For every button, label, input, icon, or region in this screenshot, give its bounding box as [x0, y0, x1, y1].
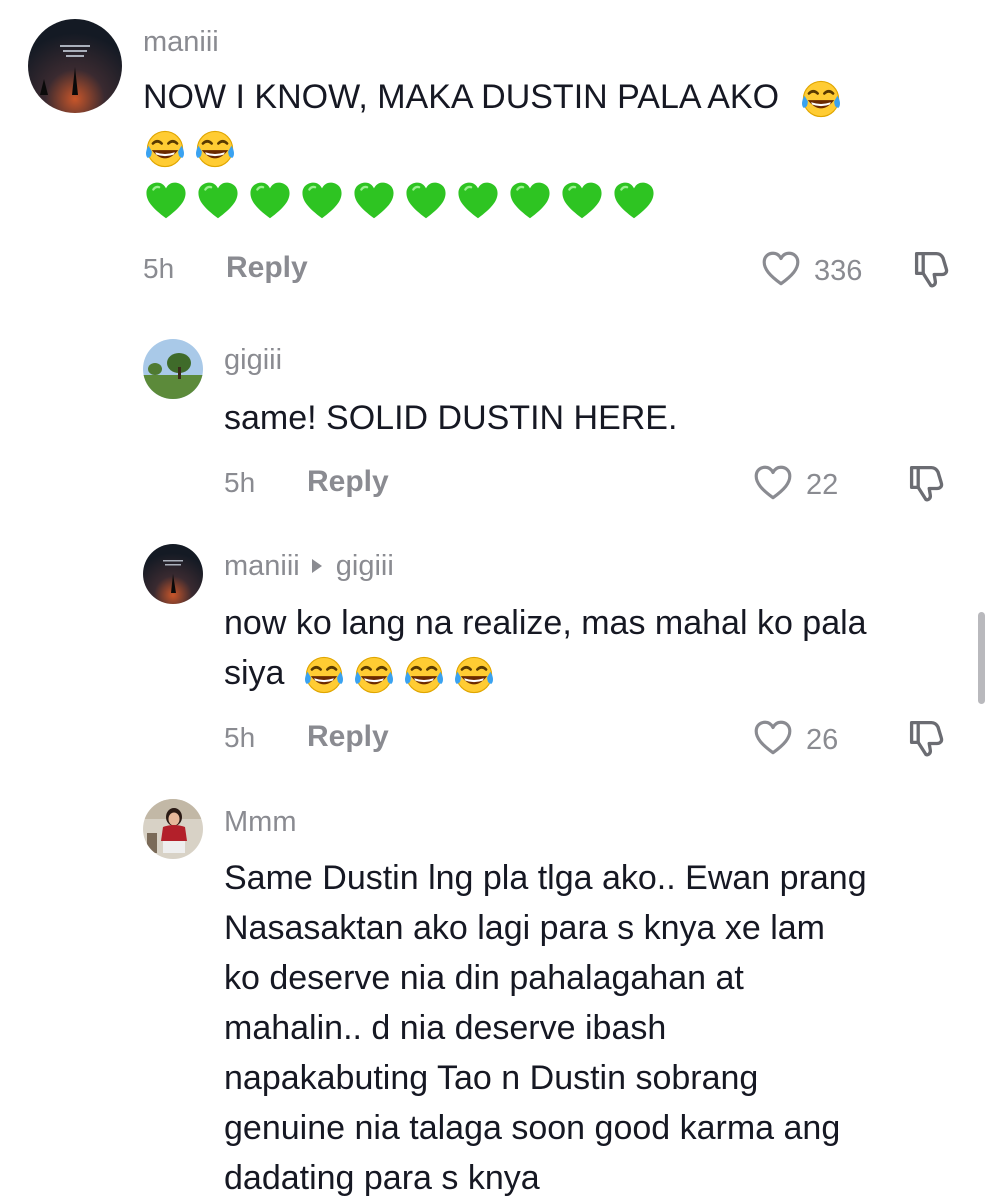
- emoji-row: [143, 174, 849, 226]
- thumbs-down-icon: [910, 278, 954, 295]
- green-heart-emoji: [351, 178, 397, 224]
- green-heart-emoji: [247, 178, 293, 224]
- avatar[interactable]: [143, 799, 203, 859]
- reply-to-username[interactable]: gigiii: [336, 550, 394, 582]
- tears-of-joy-emoji: [352, 653, 396, 697]
- green-heart-emoji: [455, 178, 501, 224]
- comment-author[interactable]: maniii: [224, 550, 300, 582]
- comment-timestamp: 5h: [224, 722, 256, 753]
- tears-of-joy-emoji: [402, 653, 446, 697]
- comment-text-line: now ko lang na realize, mas mahal ko pal…: [224, 604, 867, 642]
- comment-text-line: Same Dustin lng pla tlga ako.. Ewan pran…: [224, 859, 867, 897]
- tears-of-joy-emoji: [302, 653, 346, 697]
- like-button[interactable]: 336: [760, 248, 862, 295]
- green-heart-emoji: [559, 178, 605, 224]
- comment-username[interactable]: maniii: [143, 26, 219, 59]
- avatar-image: [143, 544, 203, 604]
- dislike-button[interactable]: [910, 247, 954, 296]
- like-button[interactable]: 22: [752, 462, 838, 509]
- heart-outline-icon: [752, 462, 794, 509]
- comment-timestamp: 5h: [224, 467, 256, 498]
- heart-outline-icon: [752, 717, 794, 764]
- reply-button[interactable]: Reply: [226, 251, 308, 285]
- green-heart-emoji: [195, 178, 241, 224]
- scrollbar[interactable]: [978, 612, 985, 704]
- like-count: 336: [814, 255, 863, 287]
- reply-button[interactable]: Reply: [307, 720, 389, 754]
- tears-of-joy-emoji: [452, 653, 496, 697]
- comment-text-line: siya: [224, 654, 285, 692]
- comment-username[interactable]: gigiii: [224, 344, 282, 377]
- comment-text-line: NOW I KNOW, MAKA DUSTIN PALA AKO: [143, 78, 780, 116]
- avatar-image: [143, 339, 203, 399]
- green-heart-emoji: [143, 178, 189, 224]
- comment-username: maniii gigiii: [224, 550, 394, 583]
- reply-button[interactable]: Reply: [307, 465, 389, 499]
- green-heart-emoji: [403, 178, 449, 224]
- dislike-button[interactable]: [905, 716, 949, 765]
- avatar-image: [143, 799, 203, 859]
- comment-text-line: napakabuting Tao n Dustin sobrang: [224, 1059, 759, 1097]
- green-heart-emoji: [507, 178, 553, 224]
- comment-text-line: dadating para s knya: [224, 1159, 540, 1197]
- like-button[interactable]: 26: [752, 717, 838, 764]
- green-heart-emoji: [611, 178, 657, 224]
- comment-username[interactable]: Mmm: [224, 806, 296, 839]
- comment-timestamp: 5h: [143, 253, 175, 284]
- comment-text-line: same! SOLID DUSTIN HERE.: [224, 399, 678, 437]
- avatar[interactable]: [143, 544, 203, 604]
- comment-text-line: ko deserve nia din pahalagahan at: [224, 959, 744, 997]
- thumbs-down-icon: [905, 747, 949, 764]
- green-heart-emoji: [299, 178, 345, 224]
- like-count: 22: [806, 469, 839, 501]
- heart-outline-icon: [760, 248, 802, 295]
- avatar[interactable]: [28, 19, 122, 113]
- comment-text-line: mahalin.. d nia deserve ibash: [224, 1009, 667, 1047]
- play-triangle-icon: [311, 559, 322, 573]
- comment-text: NOW I KNOW, MAKA DUSTIN PALA AKO: [143, 72, 849, 226]
- dislike-button[interactable]: [905, 461, 949, 510]
- tears-of-joy-emoji: [193, 127, 237, 171]
- comment-text: Same Dustin lng pla tlga ako.. Ewan pran…: [224, 853, 867, 1203]
- comment-text: same! SOLID DUSTIN HERE.: [224, 393, 677, 443]
- tears-of-joy-emoji: [799, 77, 843, 121]
- comment-text-line: Nasasaktan ako lagi para s knya xe lam: [224, 909, 825, 947]
- comment-text-line: genuine nia talaga soon good karma ang: [224, 1109, 841, 1147]
- avatar[interactable]: [143, 339, 203, 399]
- emoji-row: [143, 122, 849, 174]
- avatar-image: [28, 19, 122, 113]
- comment-text: now ko lang na realize, mas mahal ko pal…: [224, 598, 867, 698]
- thumbs-down-icon: [905, 492, 949, 509]
- like-count: 26: [806, 724, 839, 756]
- tears-of-joy-emoji: [143, 127, 187, 171]
